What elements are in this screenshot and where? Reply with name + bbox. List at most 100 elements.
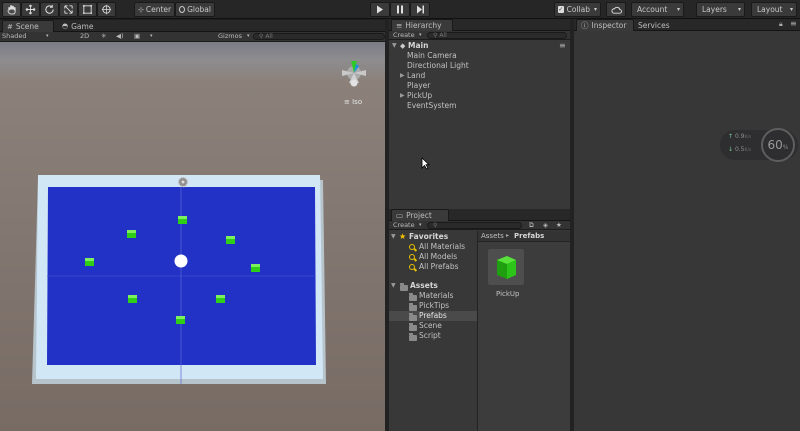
space-toggle[interactable]: Global bbox=[175, 2, 215, 17]
folder-item-selected[interactable]: Prefabs bbox=[419, 311, 447, 321]
rect-tool-button[interactable] bbox=[78, 2, 97, 17]
hierarchy-create-dropdown[interactable]: Create bbox=[393, 31, 415, 40]
pivot-icon: ⊹ bbox=[138, 5, 144, 14]
scale-tool-icon bbox=[64, 5, 73, 14]
folder-item[interactable]: Materials bbox=[419, 291, 453, 301]
unity-scene-icon: ◆ bbox=[400, 42, 406, 50]
breadcrumb-assets[interactable]: Assets bbox=[481, 231, 504, 241]
collab-dropdown[interactable]: ✓ Collab ▾ bbox=[554, 2, 601, 17]
audio-toggle-icon[interactable]: ◀) bbox=[116, 32, 124, 41]
asset-thumbnail-pickup[interactable] bbox=[488, 249, 524, 285]
hierarchy-search-input[interactable]: ⚲ All bbox=[427, 32, 567, 39]
pause-button[interactable] bbox=[390, 2, 410, 17]
expand-arrow-icon[interactable]: ▶ bbox=[400, 71, 405, 81]
scene-control-bar: Shaded ▾ 2D ✳ ◀) ▣ ▾ Gizmos ▾ ⚲ All bbox=[0, 32, 387, 42]
layout-dropdown[interactable]: Layout ▾ bbox=[751, 2, 797, 17]
favorite-filter-icon[interactable]: ★ bbox=[556, 221, 562, 230]
favorite-item[interactable]: All Models bbox=[419, 252, 457, 262]
rotate-tool-button[interactable] bbox=[40, 2, 59, 17]
pickup-cube[interactable] bbox=[128, 295, 137, 303]
scene-menu-icon[interactable]: ≡ bbox=[559, 41, 566, 51]
upload-value: 0.9 bbox=[734, 133, 745, 140]
pivot-toggle[interactable]: ⊹ Center bbox=[134, 2, 175, 17]
chevron-down-icon: ▾ bbox=[150, 33, 153, 39]
mode-2d-toggle[interactable]: 2D bbox=[80, 32, 89, 41]
folder-item[interactable]: Script bbox=[419, 331, 441, 341]
breadcrumb-prefabs[interactable]: Prefabs bbox=[514, 231, 544, 241]
expand-arrow-icon[interactable]: ▼ bbox=[391, 232, 396, 242]
scene-viewport[interactable]: ≡ Iso bbox=[0, 42, 385, 431]
game-icon: ◓ bbox=[62, 22, 69, 30]
player-sphere[interactable] bbox=[174, 254, 188, 268]
favorite-item[interactable]: All Materials bbox=[419, 242, 465, 252]
step-button[interactable] bbox=[410, 2, 430, 17]
main-toolbar: ⊹ Center Global ✓ Collab ▾ Account ▾ Lay… bbox=[0, 0, 800, 19]
tab-game[interactable]: ◓ Game bbox=[58, 20, 102, 32]
search-icon: ⚲ bbox=[433, 222, 438, 229]
account-dropdown[interactable]: Account ▾ bbox=[631, 2, 684, 17]
hierarchy-item[interactable]: Directional Light bbox=[407, 61, 469, 71]
tab-services[interactable]: Services bbox=[634, 19, 676, 31]
gizmos-dropdown[interactable]: Gizmos bbox=[218, 32, 242, 41]
chevron-down-icon: ▾ bbox=[789, 6, 793, 13]
step-icon bbox=[416, 5, 424, 14]
upload-unit: K/s bbox=[744, 135, 752, 140]
folder-item[interactable]: Scene bbox=[419, 321, 442, 331]
pickup-cube[interactable] bbox=[176, 316, 185, 324]
projection-toggle[interactable]: ≡ Iso bbox=[344, 98, 362, 106]
scene-gizmo[interactable] bbox=[342, 61, 366, 87]
hierarchy-item[interactable]: Main Camera bbox=[407, 51, 457, 61]
pickup-cube[interactable] bbox=[127, 230, 136, 238]
pickup-cube[interactable] bbox=[251, 264, 260, 272]
hierarchy-control-bar: Create ▾ ⚲ All bbox=[389, 31, 570, 40]
filter-type-icon[interactable]: ⧉ bbox=[529, 221, 534, 230]
tab-inspector[interactable]: ⓘ Inspector bbox=[576, 19, 634, 31]
project-search-input[interactable]: ⚲ bbox=[427, 222, 522, 229]
hand-tool-button[interactable] bbox=[2, 2, 21, 17]
scene-search-input[interactable]: ⚲ All bbox=[253, 33, 385, 40]
favorites-header[interactable]: Favorites bbox=[409, 232, 448, 242]
layers-dropdown[interactable]: Layers ▾ bbox=[696, 2, 745, 17]
favorite-item[interactable]: All Prefabs bbox=[419, 262, 459, 272]
filter-label-icon[interactable]: ◈ bbox=[543, 221, 548, 230]
transform-tool-button[interactable] bbox=[97, 2, 116, 17]
gear-icon[interactable] bbox=[177, 176, 189, 188]
menu-icon: ≡ bbox=[344, 98, 350, 106]
hierarchy-item[interactable]: Player bbox=[407, 81, 430, 91]
hierarchy-item[interactable]: EventSystem bbox=[407, 101, 456, 111]
lighting-toggle-icon[interactable]: ✳ bbox=[101, 32, 106, 41]
expand-arrow-icon[interactable]: ▼ bbox=[392, 41, 397, 51]
lock-icon[interactable]: 🔒︎ bbox=[779, 20, 783, 29]
menu-icon[interactable]: ≡ bbox=[790, 19, 797, 28]
effects-toggle-icon[interactable]: ▣ bbox=[134, 32, 140, 41]
scale-tool-button[interactable] bbox=[59, 2, 78, 17]
tab-services-label: Services bbox=[638, 20, 670, 30]
asset-label[interactable]: PickUp bbox=[496, 289, 519, 299]
hierarchy-scene-name[interactable]: Main bbox=[408, 41, 428, 51]
account-label: Account bbox=[637, 5, 668, 14]
assets-root[interactable]: Assets bbox=[410, 281, 438, 291]
pickup-cube[interactable] bbox=[216, 295, 225, 303]
tab-project[interactable]: ▭ Project bbox=[391, 209, 449, 221]
pickup-cube[interactable] bbox=[85, 258, 94, 266]
pickup-cube[interactable] bbox=[226, 236, 235, 244]
project-create-dropdown[interactable]: Create bbox=[393, 221, 415, 230]
folder-item[interactable]: PickTips bbox=[419, 301, 449, 311]
project-tab-bar: ▭ Project bbox=[389, 209, 570, 221]
layers-label: Layers bbox=[702, 5, 727, 14]
expand-arrow-icon[interactable]: ▼ bbox=[391, 281, 396, 291]
pickup-cube[interactable] bbox=[178, 216, 187, 224]
move-tool-button[interactable] bbox=[21, 2, 40, 17]
play-button[interactable] bbox=[370, 2, 390, 17]
mouse-cursor-icon bbox=[421, 157, 430, 170]
expand-arrow-icon[interactable]: ▶ bbox=[400, 91, 405, 101]
breadcrumb-separator-icon: ▸ bbox=[506, 232, 510, 239]
cloud-button[interactable] bbox=[606, 2, 626, 17]
tab-hierarchy[interactable]: ≡ Hierarchy bbox=[391, 19, 453, 31]
tab-scene[interactable]: # Scene bbox=[2, 20, 54, 32]
hierarchy-item[interactable]: Land bbox=[407, 71, 425, 81]
hierarchy-item[interactable]: PickUp bbox=[407, 91, 432, 101]
shading-mode-dropdown[interactable]: Shaded bbox=[2, 32, 26, 41]
hierarchy-search-placeholder: All bbox=[439, 32, 447, 39]
network-stats-widget: ↑ 0.9K/s ↓ 0.5K/s 60% bbox=[720, 128, 798, 162]
